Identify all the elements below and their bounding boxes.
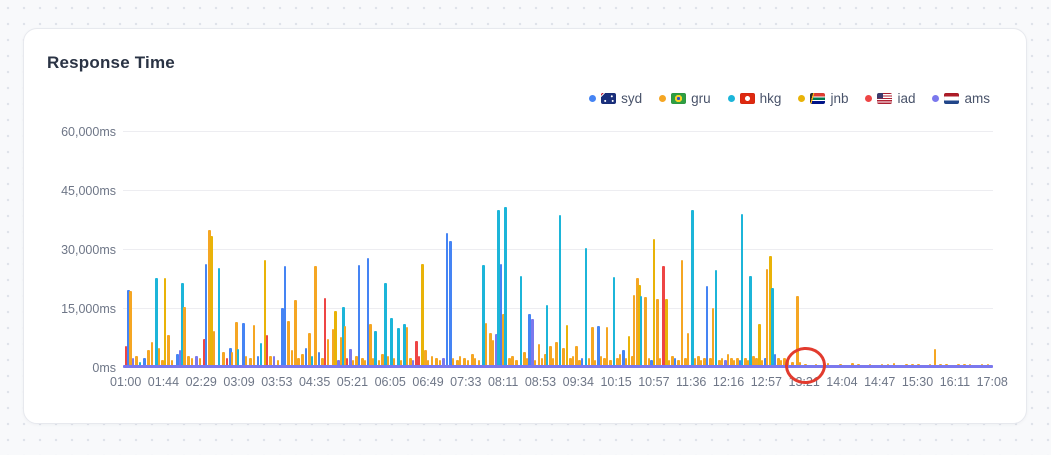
bar-hkg	[519, 275, 523, 368]
bar-gru	[287, 320, 290, 368]
bar-syd	[705, 286, 709, 368]
x-tick-label: 02:29	[185, 375, 217, 389]
x-tick-label: 03:09	[223, 375, 255, 389]
bar-gru	[252, 324, 256, 368]
bar-syd	[357, 264, 361, 368]
bar-hkg	[639, 296, 643, 368]
baseline-band-ams	[123, 365, 993, 368]
y-tick-label: 0ms	[92, 361, 116, 375]
bar-hkg	[740, 214, 744, 368]
x-tick-label: 08:11	[487, 375, 519, 389]
bar-jnb	[627, 336, 631, 368]
bar-hkg	[714, 270, 718, 368]
bar-hkg	[612, 277, 616, 368]
bar-hkg	[691, 210, 694, 368]
x-tick-label: 01:44	[147, 375, 180, 389]
x-tick-label: 17:08	[976, 375, 1008, 389]
bar-jnb	[665, 299, 668, 368]
bar-syd	[449, 240, 452, 368]
bar-gru	[167, 334, 170, 368]
bar-hkg	[217, 268, 221, 368]
x-tick-label: 11:36	[676, 375, 707, 389]
bar-syd	[204, 264, 208, 368]
bar-syd	[445, 233, 449, 368]
bar-gru	[632, 295, 636, 368]
x-tick-label: 12:16	[712, 375, 745, 389]
bar-jnb	[163, 278, 167, 368]
bar-gru	[484, 322, 488, 368]
bar-gru	[183, 307, 186, 368]
bar-gru	[326, 338, 330, 368]
response-time-card: Response Time syd gru hkg jnb iad ams 0ms 15,0…	[23, 28, 1027, 424]
x-tick-label: 10:57	[638, 375, 670, 389]
bar-gru	[680, 260, 684, 368]
x-tick-label: 06:05	[374, 375, 406, 389]
bar-gru	[644, 297, 647, 368]
bar-gru	[605, 326, 609, 368]
bar-hkg	[558, 215, 562, 368]
x-tick-label: 12:57	[750, 375, 782, 389]
bar-gru	[686, 333, 690, 368]
x-tick-label: 04:35	[298, 375, 331, 389]
response-time-chart: 0ms 15,000ms 30,000ms 45,000ms 60,000ms 01:0…	[24, 29, 1026, 423]
bar-gru	[491, 340, 495, 368]
x-axis: 01:00 01:44 02:29 03:09 03:53 04:35 05:21 06:05…	[110, 375, 1008, 389]
bar-iad	[265, 335, 269, 368]
bar-hkg	[545, 305, 549, 368]
bar-hkg	[374, 331, 377, 368]
y-tick-label: 45,000ms	[61, 184, 116, 198]
bar-hkg	[504, 207, 507, 368]
bar-gru	[212, 331, 216, 368]
x-tick-label: 03:53	[261, 375, 293, 389]
x-tick-label: 07:33	[450, 375, 482, 389]
bar-hkg	[384, 283, 387, 368]
bar-jnb	[565, 325, 569, 368]
x-tick-label: 05:21	[336, 375, 369, 389]
x-tick-label: 14:04	[826, 375, 858, 389]
x-tick-label: 15:30	[901, 375, 934, 389]
x-tick-label: 16:11	[939, 375, 971, 389]
bar-gru	[405, 326, 409, 368]
bar-syd	[283, 265, 287, 368]
y-tick-label: 15,000ms	[61, 302, 116, 316]
x-tick-label: 10:15	[600, 375, 632, 389]
bar-gru	[765, 269, 769, 368]
x-tick-label: 06:49	[412, 375, 444, 389]
x-tick-label: 09:34	[562, 375, 594, 389]
bar-gru	[129, 291, 132, 368]
bar-gru	[314, 266, 317, 368]
y-tick-label: 30,000ms	[61, 243, 116, 257]
y-tick-label: 60,000ms	[61, 125, 116, 139]
gridline	[123, 190, 993, 191]
gridline	[123, 131, 993, 132]
x-tick-label: 08:53	[524, 375, 557, 389]
y-axis: 0ms 15,000ms 30,000ms 45,000ms 60,000ms	[24, 125, 116, 375]
bar-jnb	[652, 239, 656, 368]
x-tick-label: 01:00	[110, 375, 142, 389]
x-tick-label: 14:47	[864, 375, 896, 389]
plot-area[interactable]	[123, 131, 993, 386]
bar-hkg	[749, 276, 752, 368]
